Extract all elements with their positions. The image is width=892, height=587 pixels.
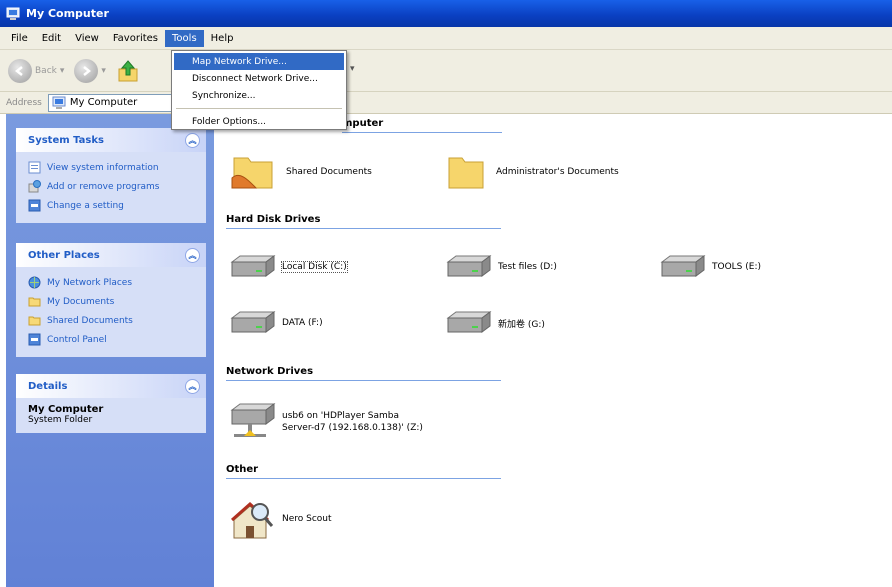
group-header-other: Other	[226, 464, 501, 479]
administrators-documents-item[interactable]: Administrator's Documents	[446, 152, 619, 192]
folder-icon	[28, 316, 41, 326]
item-label: 新加卷 (G:)	[498, 319, 545, 330]
my-computer-icon	[52, 96, 66, 109]
toolbar: Back ▾ ▾ ▾	[0, 50, 892, 92]
item-label: Local Disk (C:)	[281, 261, 348, 273]
map-network-drive-menu-item[interactable]: Map Network Drive...	[174, 53, 344, 70]
control-panel-icon	[28, 199, 41, 212]
data-f-item[interactable]: DATA (F:)	[230, 310, 323, 336]
network-drive-z-item[interactable]: usb6 on 'HDPlayer Samba Server-d7 (192.1…	[230, 402, 423, 442]
other-places-panel: Other Places ︽ My Network Places My Docu…	[16, 243, 206, 357]
add-remove-icon	[28, 180, 41, 193]
item-label-line1: usb6 on 'HDPlayer Samba	[282, 411, 400, 421]
network-drive-icon	[230, 403, 276, 437]
details-name: My Computer	[28, 404, 104, 415]
system-info-icon	[28, 161, 41, 174]
address-bar: Address My Computer	[0, 92, 892, 114]
back-label: Back	[35, 65, 57, 76]
nero-scout-icon	[231, 501, 274, 539]
my-computer-icon	[6, 7, 20, 20]
menu-edit[interactable]: Edit	[35, 30, 68, 47]
shared-documents-link[interactable]: Shared Documents	[28, 311, 198, 330]
group-header-network: Network Drives	[226, 366, 501, 381]
views-dropdown-icon[interactable]: ▾	[350, 64, 355, 74]
folder-options-menu-item[interactable]: Folder Options...	[174, 113, 344, 130]
add-remove-programs-link[interactable]: Add or remove programs	[28, 177, 198, 196]
item-label: Shared Documents	[286, 167, 372, 177]
address-value: My Computer	[69, 97, 138, 108]
menu-view[interactable]: View	[68, 30, 106, 47]
up-button[interactable]	[116, 59, 140, 83]
menu-separator	[176, 108, 342, 109]
local-disk-c-item[interactable]: Local Disk (C:)	[230, 254, 348, 280]
forward-button[interactable]: ▾	[74, 58, 106, 83]
hard-drive-icon	[230, 311, 276, 333]
task-pane: System Tasks ︽ View system information A…	[6, 114, 214, 587]
system-tasks-panel: System Tasks ︽ View system information A…	[16, 128, 206, 223]
tools-menu-dropdown: Map Network Drive... Disconnect Network …	[171, 50, 347, 130]
my-documents-link[interactable]: My Documents	[28, 292, 198, 311]
disconnect-network-drive-menu-item[interactable]: Disconnect Network Drive...	[174, 70, 344, 87]
network-places-icon	[28, 276, 41, 289]
change-setting-link[interactable]: Change a setting	[28, 196, 198, 215]
details-title: Details	[28, 380, 68, 392]
group-header-files: mputer	[342, 118, 502, 133]
menu-help[interactable]: Help	[204, 30, 241, 47]
forward-dropdown-icon[interactable]: ▾	[101, 66, 106, 76]
address-label: Address	[6, 97, 42, 108]
item-label: Administrator's Documents	[496, 167, 619, 177]
back-button[interactable]: Back ▾	[8, 58, 65, 83]
up-folder-icon	[118, 59, 138, 81]
system-tasks-header[interactable]: System Tasks ︽	[16, 128, 206, 152]
back-dropdown-icon[interactable]: ▾	[60, 66, 65, 76]
collapse-chevron-icon[interactable]: ︽	[185, 132, 200, 148]
collapse-chevron-icon[interactable]: ︽	[185, 247, 200, 263]
details-type: System Folder	[28, 415, 93, 425]
item-label: Test files (D:)	[498, 262, 557, 272]
menu-file[interactable]: File	[4, 30, 35, 47]
control-panel-icon	[28, 333, 41, 346]
hard-drive-icon	[446, 311, 492, 333]
system-tasks-title: System Tasks	[28, 134, 104, 146]
content-area: mputer Shared Documents Administrator's …	[214, 114, 892, 587]
folder-icon	[448, 157, 484, 189]
menu-tools[interactable]: Tools	[165, 29, 204, 47]
item-label: TOOLS (E:)	[712, 262, 761, 272]
forward-arrow-icon	[74, 58, 99, 83]
window-title: My Computer	[26, 7, 109, 20]
item-label: Nero Scout	[282, 514, 332, 524]
details-header[interactable]: Details ︽	[16, 374, 206, 398]
menu-favorites[interactable]: Favorites	[106, 30, 165, 47]
synchronize-menu-item[interactable]: Synchronize...	[174, 87, 344, 104]
hard-drive-icon	[230, 255, 276, 277]
my-network-places-link[interactable]: My Network Places	[28, 273, 198, 292]
title-bar: My Computer	[0, 0, 892, 27]
shared-folder-icon	[231, 157, 273, 189]
other-places-header[interactable]: Other Places ︽	[16, 243, 206, 267]
nero-scout-item[interactable]: Nero Scout	[230, 498, 332, 540]
view-system-info-link[interactable]: View system information	[28, 158, 198, 177]
tools-e-item[interactable]: TOOLS (E:)	[660, 254, 761, 280]
address-field[interactable]: My Computer	[47, 93, 188, 112]
other-places-title: Other Places	[28, 249, 100, 261]
menu-bar: File Edit View Favorites Tools Help	[0, 27, 892, 50]
group-header-hard-disk: Hard Disk Drives	[226, 214, 501, 229]
details-panel: Details ︽ My Computer System Folder	[16, 374, 206, 433]
item-label: DATA (F:)	[282, 318, 323, 328]
back-arrow-icon	[8, 58, 32, 83]
hard-drive-icon	[660, 255, 706, 277]
shared-documents-item[interactable]: Shared Documents	[230, 152, 372, 192]
collapse-chevron-icon[interactable]: ︽	[185, 378, 200, 394]
control-panel-link[interactable]: Control Panel	[28, 330, 198, 349]
volume-g-item[interactable]: 新加卷 (G:)	[446, 310, 545, 336]
test-files-d-item[interactable]: Test files (D:)	[446, 254, 557, 280]
item-label-line2: Server-d7 (192.168.0.138)' (Z:)	[282, 423, 423, 433]
hard-drive-icon	[446, 255, 492, 277]
folder-icon	[28, 297, 41, 307]
